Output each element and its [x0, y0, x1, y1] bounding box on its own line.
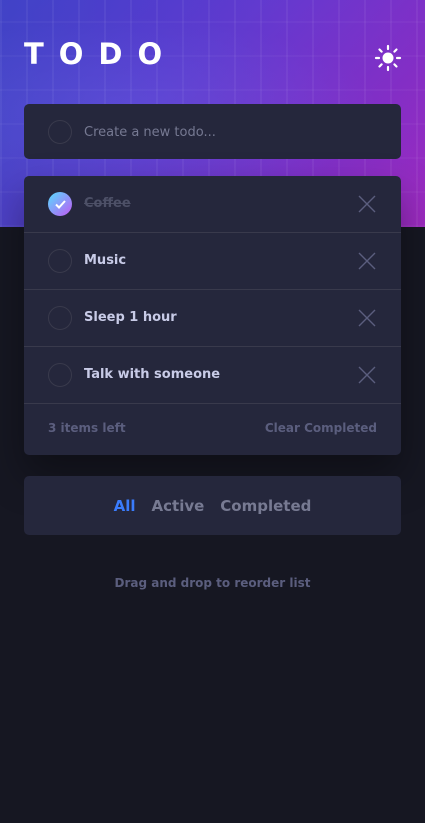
todo-text: Talk with someone: [84, 367, 221, 382]
clear-completed-button[interactable]: Clear Completed: [265, 421, 377, 435]
new-todo-card: [24, 104, 401, 159]
todo-checkbox[interactable]: [48, 363, 72, 387]
delete-todo-button[interactable]: [358, 309, 376, 327]
check-icon: [54, 199, 66, 209]
delete-todo-button[interactable]: [358, 252, 376, 270]
todo-checkbox[interactable]: [48, 306, 72, 330]
todo-text: Sleep 1 hour: [84, 310, 177, 325]
filter-bar: All Active Completed: [24, 476, 401, 535]
items-left-count: 3 items left: [48, 421, 126, 435]
todo-item[interactable]: Sleep 1 hour: [24, 290, 401, 347]
close-icon: [358, 252, 376, 270]
close-icon: [358, 195, 376, 213]
theme-toggle-button[interactable]: [374, 44, 402, 72]
todo-list: Coffee Music Sleep 1 hour Talk with some…: [24, 176, 401, 455]
filter-all-button[interactable]: All: [114, 497, 136, 515]
close-icon: [358, 309, 376, 327]
todo-text: Music: [84, 253, 127, 268]
todo-checkbox-checked[interactable]: [48, 192, 72, 216]
filter-completed-button[interactable]: Completed: [220, 497, 311, 515]
close-icon: [358, 366, 376, 384]
app-title: TODO: [24, 37, 178, 71]
todo-checkbox[interactable]: [48, 249, 72, 273]
sun-icon: [374, 44, 402, 72]
new-todo-checkbox[interactable]: [48, 120, 72, 144]
todo-text: Coffee: [84, 196, 131, 211]
todo-item[interactable]: Talk with someone: [24, 347, 401, 404]
delete-todo-button[interactable]: [358, 195, 376, 213]
todo-item[interactable]: Coffee: [24, 176, 401, 233]
filter-active-button[interactable]: Active: [152, 497, 205, 515]
list-footer: 3 items left Clear Completed: [24, 404, 401, 455]
drag-drop-hint: Drag and drop to reorder list: [114, 576, 311, 590]
new-todo-input[interactable]: [84, 118, 374, 146]
todo-item[interactable]: Music: [24, 233, 401, 290]
delete-todo-button[interactable]: [358, 366, 376, 384]
